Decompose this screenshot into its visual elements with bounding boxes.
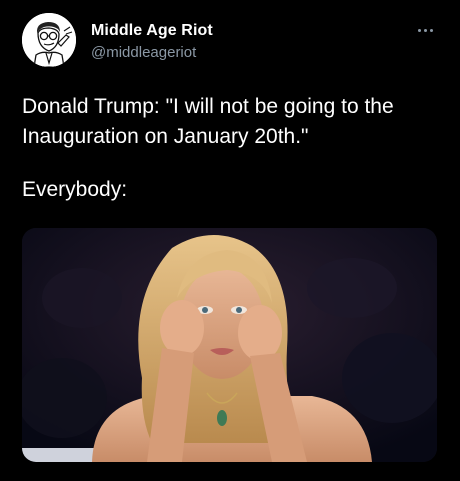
crying-woman-photo <box>22 228 437 462</box>
author-handle[interactable]: @middleageriot <box>91 44 196 61</box>
cartoon-man-avatar-icon <box>22 13 76 67</box>
more-options-icon[interactable] <box>414 22 438 36</box>
tweet-text-caption: Everybody: <box>22 178 128 201</box>
tweet: Middle Age Riot @middleageriot Donald Tr… <box>0 0 460 481</box>
author-avatar[interactable] <box>22 13 76 67</box>
tweet-media-photo[interactable] <box>22 228 437 462</box>
author-display-name[interactable]: Middle Age Riot <box>91 22 213 40</box>
tweet-text: Donald Trump: "I will not be going to th… <box>22 95 394 148</box>
